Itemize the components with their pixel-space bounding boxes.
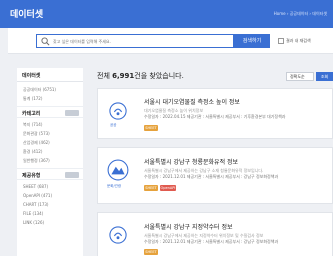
search-box[interactable] bbox=[36, 34, 234, 48]
format-tag: SHEET bbox=[144, 125, 158, 131]
recheck-label: 결과 내 재검색 bbox=[286, 38, 311, 43]
culture-tourism-icon bbox=[107, 159, 129, 181]
sidebar-item[interactable]: 복지 (714) bbox=[17, 120, 83, 129]
sidebar-item[interactable]: FILE (134) bbox=[17, 209, 83, 218]
result-suffix: 건을 찾았습니다. bbox=[134, 72, 184, 80]
icon-label: 문화/관광 bbox=[107, 184, 122, 188]
result-count: 전체 6,991건을 찾았습니다. bbox=[97, 71, 184, 81]
sort-select[interactable]: 정확도순 bbox=[286, 72, 314, 81]
result-number: 6,991 bbox=[112, 72, 135, 80]
sort-button[interactable]: 조회 bbox=[316, 72, 333, 81]
card-meta: 수정일자 : 2021.12.01 제공기관 : 서울특별시 제공부서 : 강남… bbox=[144, 239, 279, 244]
format-filter-title: 제공유형 bbox=[22, 173, 41, 179]
recheck-checkbox[interactable] bbox=[278, 38, 284, 44]
sidebar-item[interactable]: 공공데이터 (6751) bbox=[17, 85, 83, 94]
search-panel: 검색하기 결과 내 재검색 bbox=[8, 28, 333, 54]
sidebar-item[interactable]: LINK (126) bbox=[17, 218, 83, 227]
filter-sidebar: 데이터셋 공공데이터 (6751) 통계 (172) 카테고리 복지 (714)… bbox=[17, 68, 83, 256]
format-reset-button[interactable] bbox=[65, 172, 79, 178]
sidebar-item[interactable]: CHART (173) bbox=[17, 200, 83, 209]
format-tag: SHEET bbox=[144, 185, 158, 191]
dataset-card[interactable]: 문화/관광 서울특별시 강남구 청룡문화유적 정보 서울특별시 강남구에서 제공… bbox=[97, 147, 333, 204]
card-title[interactable]: 서울시 대기오염물질 측정소 높이 정보 bbox=[144, 97, 240, 106]
page-title: 데이터셋 bbox=[10, 10, 44, 20]
sidebar-item[interactable]: 문화관광 (573) bbox=[17, 129, 83, 138]
dataset-card[interactable]: 공공 서울시 대기오염물질 측정소 높이 정보 대기오염물질 측정소 높이 위치… bbox=[97, 88, 333, 139]
sidebar-item[interactable]: 산업경제 (462) bbox=[17, 138, 83, 147]
card-meta: 수정일자 : 2021.12.01 제공기관 : 서울특별시 제공부서 : 강남… bbox=[144, 174, 279, 179]
page-header: 데이터셋 Home › 공공데이터 › 데이터셋 bbox=[0, 0, 333, 28]
card-title[interactable]: 서울특별시 강남구 청룡문화유적 정보 bbox=[144, 157, 238, 166]
format-tag: SHEET bbox=[144, 249, 158, 255]
format-tag: OpenAPI bbox=[160, 185, 176, 191]
sidebar-item[interactable]: 일반행정 (367) bbox=[17, 156, 83, 165]
search-input[interactable] bbox=[53, 36, 231, 46]
breadcrumb[interactable]: Home › 공공데이터 › 데이터셋 bbox=[274, 11, 327, 17]
public-data-icon bbox=[109, 102, 127, 120]
format-filter-header: 제공유형 bbox=[17, 168, 83, 180]
sidebar-item[interactable]: 환경 (412) bbox=[17, 147, 83, 156]
category-reset-button[interactable] bbox=[65, 110, 79, 116]
recheck-option[interactable]: 결과 내 재검색 bbox=[278, 38, 311, 44]
search-button[interactable]: 검색하기 bbox=[234, 34, 270, 48]
sidebar-item[interactable]: OpenAPI (471) bbox=[17, 191, 83, 200]
public-data-icon bbox=[109, 226, 127, 244]
card-title[interactable]: 서울특별시 강남구 지정약수터 정보 bbox=[144, 222, 233, 231]
dataset-card[interactable]: 서울특별시 강남구 지정약수터 정보 서울특별시 강남구에서 제공하는 지정약수… bbox=[97, 212, 333, 256]
dataset-filter-title: 데이터셋 bbox=[22, 73, 41, 79]
card-meta: 수정일자 : 2022.04.15 제공기관 : 서울특별시 제공부서 : 기후… bbox=[144, 114, 286, 119]
category-filter-header: 카테고리 bbox=[17, 106, 83, 118]
search-icon bbox=[41, 37, 50, 46]
sidebar-item[interactable]: SHEET (687) bbox=[17, 182, 83, 191]
result-prefix: 전체 bbox=[97, 72, 113, 80]
sidebar-item[interactable]: 통계 (172) bbox=[17, 94, 83, 103]
dataset-filter-header: 데이터셋 bbox=[17, 68, 83, 82]
category-filter-title: 카테고리 bbox=[22, 111, 41, 117]
icon-label: 공공 bbox=[110, 123, 117, 127]
